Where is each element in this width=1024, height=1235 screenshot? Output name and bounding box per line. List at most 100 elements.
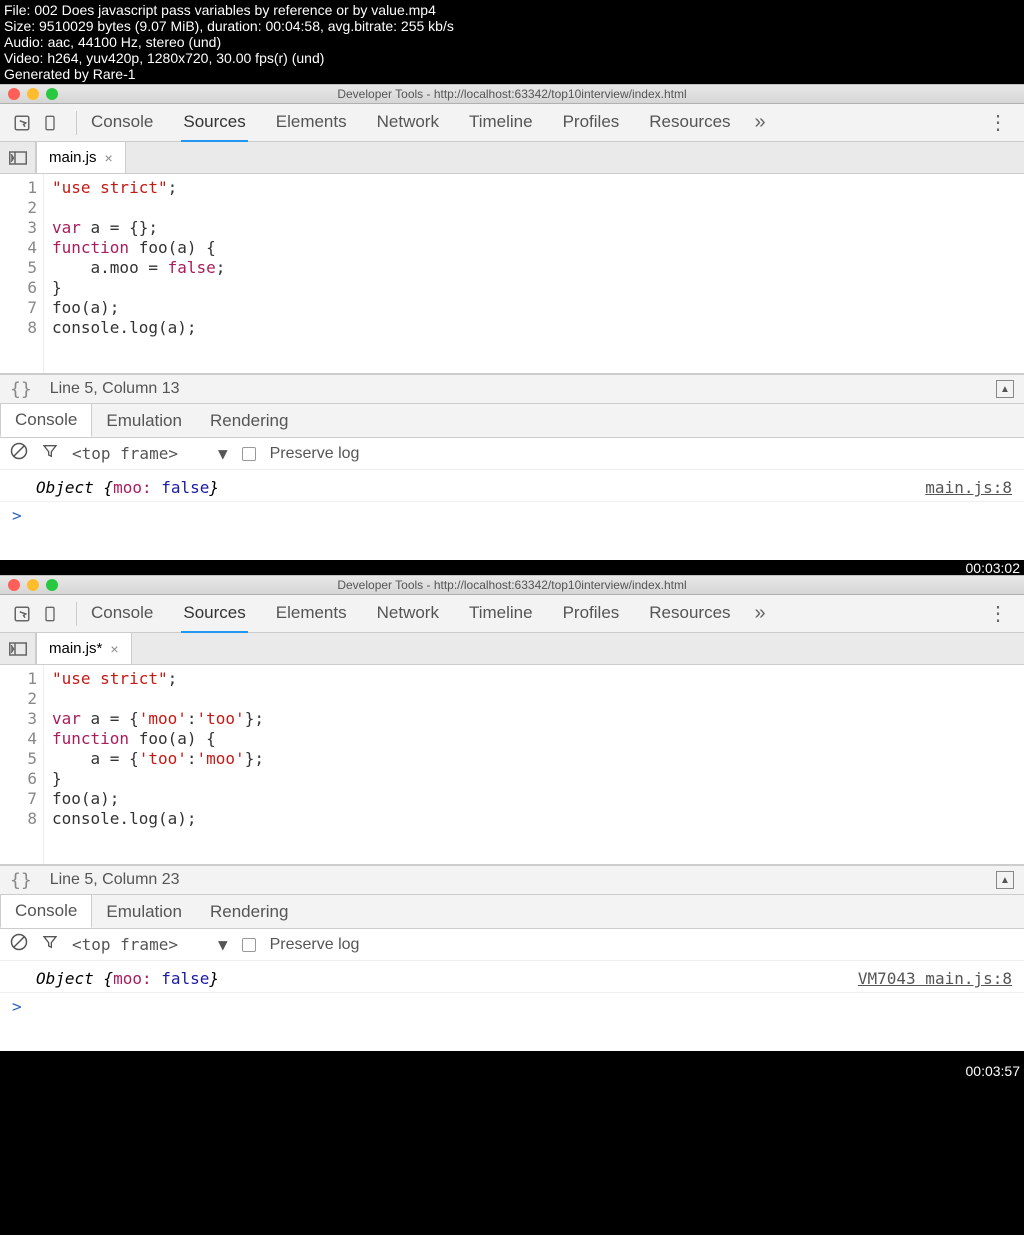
timestamp-1: 00:03:02: [966, 560, 1021, 576]
devtools-window-1: Developer Tools - http://localhost:63342…: [0, 84, 1024, 560]
editor-status-bar: {} Line 5, Column 23 ▲: [0, 865, 1024, 895]
tab-sources[interactable]: Sources: [181, 104, 247, 142]
timestamp-2: 00:03:57: [966, 1063, 1021, 1079]
console-prompt[interactable]: >: [0, 502, 1024, 529]
tab-network[interactable]: Network: [375, 104, 441, 142]
clear-console-icon[interactable]: [10, 442, 28, 465]
minimize-button[interactable]: [27, 88, 39, 100]
file-tabs: main.js ×: [0, 142, 1024, 174]
device-icon[interactable]: [36, 109, 64, 137]
tab-timeline[interactable]: Timeline: [467, 104, 535, 142]
console-message-row: Object {moo: false} main.js:8: [0, 474, 1024, 502]
file-tab-mainjs[interactable]: main.js* ×: [36, 633, 132, 664]
window-title: Developer Tools - http://localhost:63342…: [337, 87, 686, 101]
console-message: Object {moo: false}: [36, 969, 858, 988]
meta-gen: Generated by Rare-1: [4, 66, 1020, 82]
pretty-print-icon[interactable]: {}: [10, 870, 32, 891]
inspect-icon[interactable]: [8, 600, 36, 628]
console-message: Object {moo: false}: [36, 478, 925, 497]
meta-audio: Audio: aac, 44100 Hz, stereo (und): [4, 34, 1020, 50]
file-tab-label: main.js*: [49, 640, 102, 657]
tab-resources[interactable]: Resources: [647, 595, 732, 633]
tab-resources[interactable]: Resources: [647, 104, 732, 142]
console-toolbar: <top frame> ▼ Preserve log: [0, 929, 1024, 961]
main-toolbar: Console Sources Elements Network Timelin…: [0, 595, 1024, 633]
toggle-panel-icon[interactable]: ▲: [996, 871, 1014, 889]
tab-network[interactable]: Network: [375, 595, 441, 633]
titlebar[interactable]: Developer Tools - http://localhost:63342…: [0, 575, 1024, 595]
console-output[interactable]: Object {moo: false} VM7043 main.js:8 >: [0, 961, 1024, 1051]
minimize-button[interactable]: [27, 579, 39, 591]
filter-icon[interactable]: [42, 443, 58, 464]
console-source-link[interactable]: main.js:8: [925, 478, 1012, 497]
tab-profiles[interactable]: Profiles: [561, 104, 622, 142]
frame-selector[interactable]: <top frame> ▼: [72, 935, 228, 954]
main-toolbar: Console Sources Elements Network Timelin…: [0, 104, 1024, 142]
console-toolbar: <top frame> ▼ Preserve log: [0, 438, 1024, 470]
console-source-link[interactable]: VM7043 main.js:8: [858, 969, 1012, 988]
chevron-down-icon: ▼: [218, 935, 228, 954]
tab-timeline[interactable]: Timeline: [467, 595, 535, 633]
tab-elements[interactable]: Elements: [274, 595, 349, 633]
navigator-toggle-icon[interactable]: [0, 633, 36, 664]
device-icon[interactable]: [36, 600, 64, 628]
traffic-lights: [8, 88, 58, 100]
code-content[interactable]: "use strict"; var a = {}; function foo(a…: [44, 174, 1024, 373]
drawer-tab-emulation[interactable]: Emulation: [92, 895, 196, 928]
drawer-tab-rendering[interactable]: Rendering: [196, 895, 302, 928]
window-title: Developer Tools - http://localhost:63342…: [337, 578, 686, 592]
file-tabs: main.js* ×: [0, 633, 1024, 665]
panel-tabs: Console Sources Elements Network Timelin…: [89, 104, 733, 142]
separator: [76, 602, 77, 626]
close-tab-icon[interactable]: ×: [110, 641, 118, 657]
tab-sources[interactable]: Sources: [181, 595, 247, 633]
drawer-tabs: Console Emulation Rendering: [0, 895, 1024, 929]
devtools-window-2: Developer Tools - http://localhost:63342…: [0, 575, 1024, 1051]
file-tab-mainjs[interactable]: main.js ×: [36, 142, 126, 173]
preserve-log-label: Preserve log: [270, 445, 360, 463]
console-output[interactable]: Object {moo: false} main.js:8 >: [0, 470, 1024, 560]
preserve-log-label: Preserve log: [270, 936, 360, 954]
inspect-icon[interactable]: [8, 109, 36, 137]
console-message-row: Object {moo: false} VM7043 main.js:8: [0, 965, 1024, 993]
preserve-log-checkbox[interactable]: [242, 938, 256, 952]
close-button[interactable]: [8, 579, 20, 591]
frame-selector[interactable]: <top frame> ▼: [72, 444, 228, 463]
clear-console-icon[interactable]: [10, 933, 28, 956]
tab-console[interactable]: Console: [89, 104, 155, 142]
filter-icon[interactable]: [42, 934, 58, 955]
chevron-down-icon: ▼: [218, 444, 228, 463]
traffic-lights: [8, 579, 58, 591]
drawer-tab-console[interactable]: Console: [0, 895, 92, 928]
zoom-button[interactable]: [46, 88, 58, 100]
code-editor[interactable]: 1 2 3 4 5 6 7 8 "use strict"; var a = {}…: [0, 174, 1024, 374]
more-tabs-icon[interactable]: »: [755, 111, 766, 134]
tab-profiles[interactable]: Profiles: [561, 595, 622, 633]
tab-elements[interactable]: Elements: [274, 104, 349, 142]
kebab-menu-icon[interactable]: ⋮: [980, 601, 1016, 626]
toggle-panel-icon[interactable]: ▲: [996, 380, 1014, 398]
tab-console[interactable]: Console: [89, 595, 155, 633]
titlebar[interactable]: Developer Tools - http://localhost:63342…: [0, 84, 1024, 104]
separator: [76, 111, 77, 135]
meta-file: File: 002 Does javascript pass variables…: [4, 2, 1020, 18]
close-tab-icon[interactable]: ×: [105, 150, 113, 166]
line-gutter: 1 2 3 4 5 6 7 8: [0, 174, 44, 373]
navigator-toggle-icon[interactable]: [0, 142, 36, 173]
cursor-position: Line 5, Column 23: [50, 871, 180, 889]
kebab-menu-icon[interactable]: ⋮: [980, 110, 1016, 135]
drawer-tab-rendering[interactable]: Rendering: [196, 404, 302, 437]
frame-label: <top frame>: [72, 935, 178, 954]
drawer-tabs: Console Emulation Rendering: [0, 404, 1024, 438]
close-button[interactable]: [8, 88, 20, 100]
pretty-print-icon[interactable]: {}: [10, 379, 32, 400]
drawer-tab-console[interactable]: Console: [0, 404, 92, 437]
preserve-log-checkbox[interactable]: [242, 447, 256, 461]
more-tabs-icon[interactable]: »: [755, 602, 766, 625]
code-editor[interactable]: 1 2 3 4 5 6 7 8 "use strict"; var a = {'…: [0, 665, 1024, 865]
video-metadata: File: 002 Does javascript pass variables…: [0, 0, 1024, 84]
drawer-tab-emulation[interactable]: Emulation: [92, 404, 196, 437]
console-prompt[interactable]: >: [0, 993, 1024, 1020]
code-content[interactable]: "use strict"; var a = {'moo':'too'}; fun…: [44, 665, 1024, 864]
zoom-button[interactable]: [46, 579, 58, 591]
